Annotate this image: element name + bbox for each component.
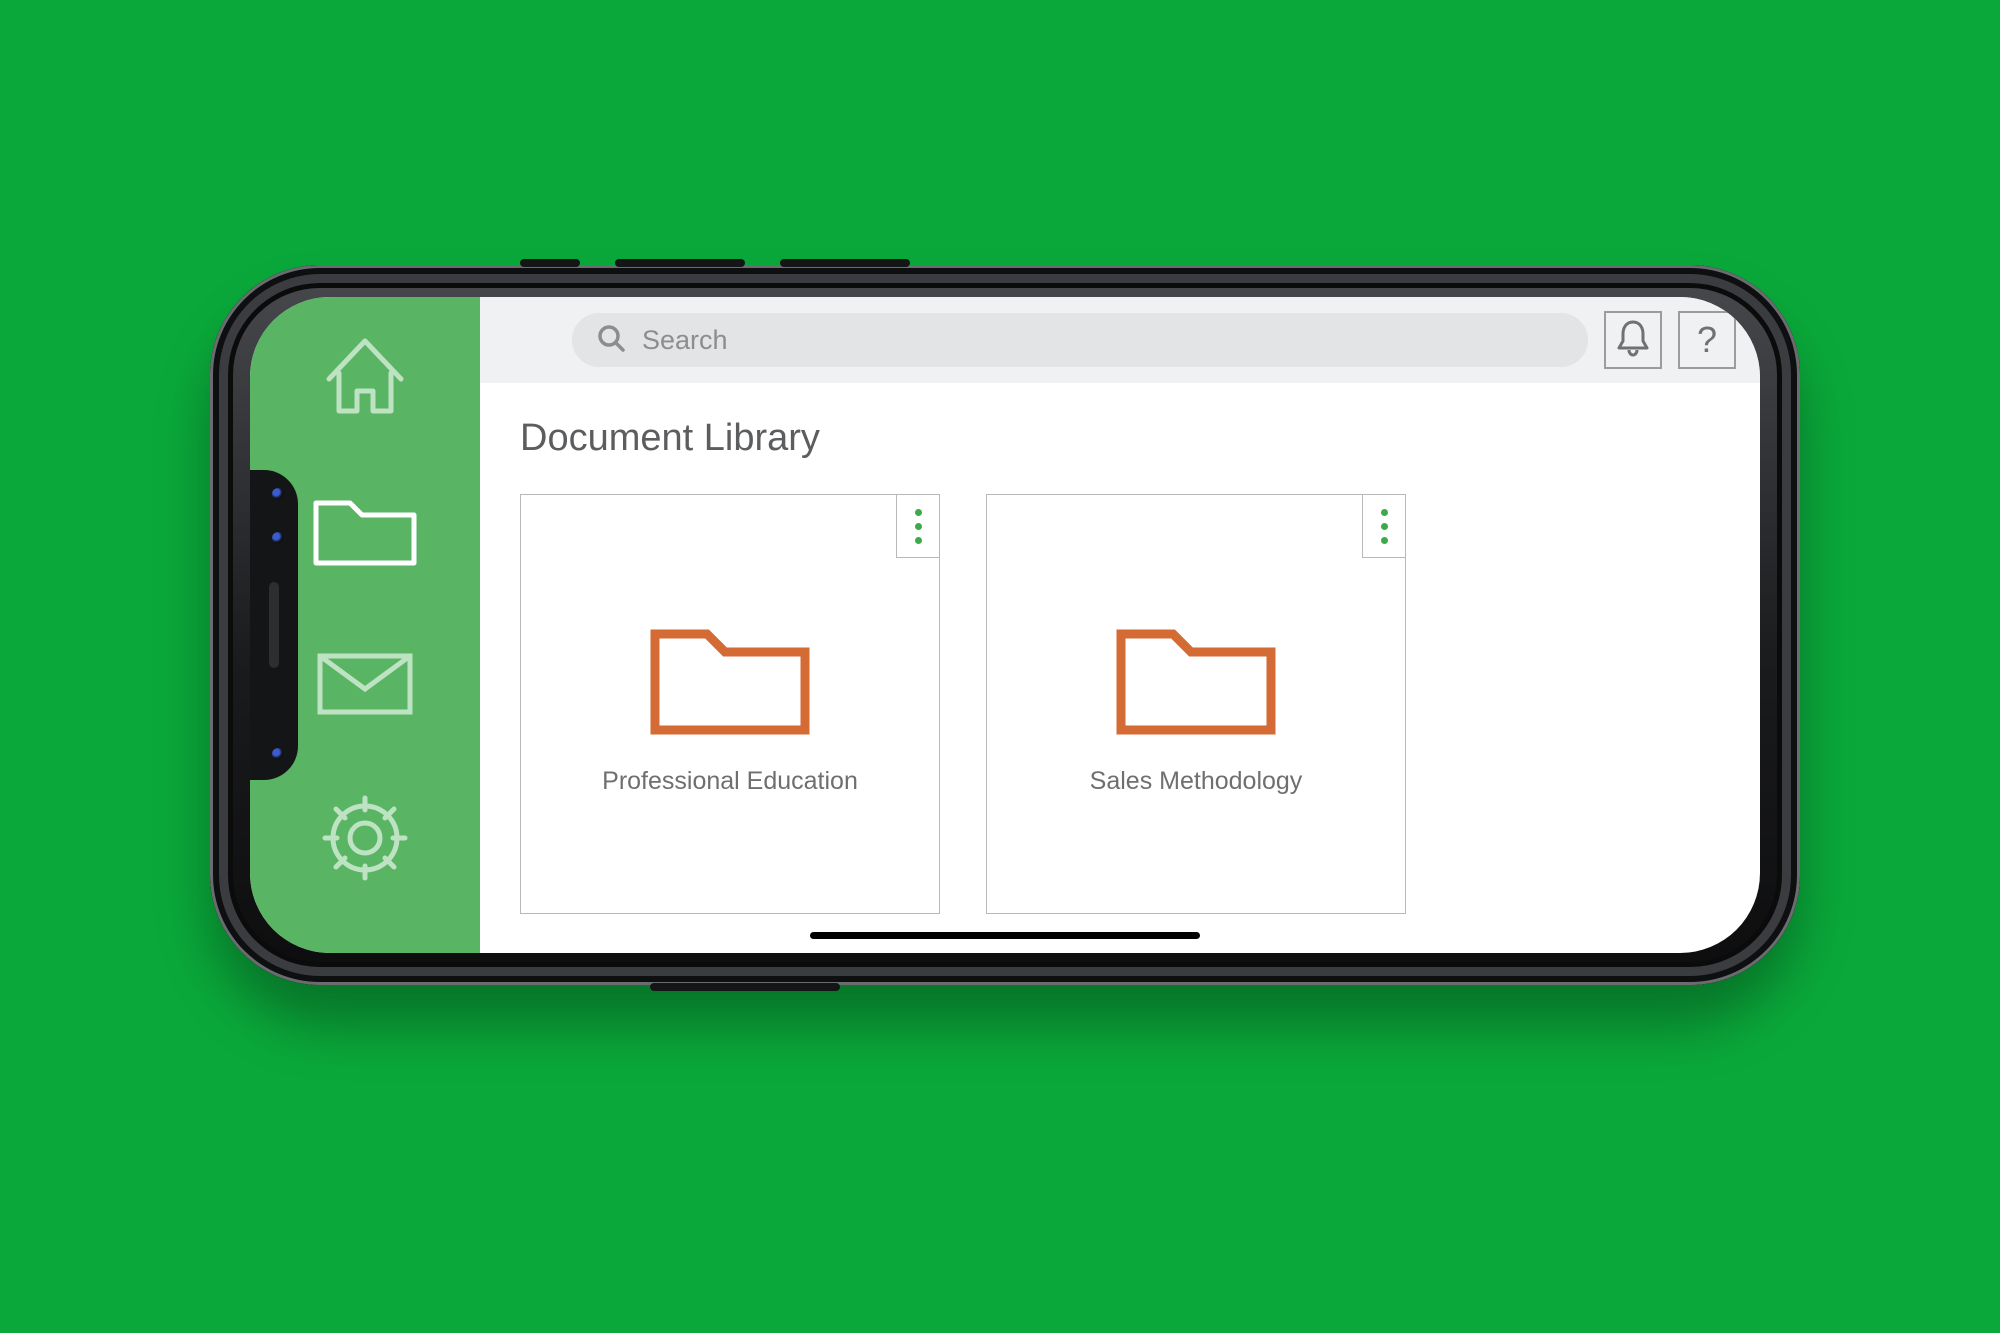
folder-grid: Professional Education bbox=[520, 494, 1720, 914]
card-menu-button[interactable] bbox=[1362, 494, 1406, 558]
gear-icon bbox=[319, 792, 411, 889]
sidebar-item-settings[interactable] bbox=[310, 795, 420, 885]
sidebar-item-home[interactable] bbox=[310, 333, 420, 423]
sidebar-item-documents[interactable] bbox=[310, 487, 420, 577]
folder-label: Sales Methodology bbox=[1090, 767, 1303, 796]
topbar: ? bbox=[480, 297, 1760, 383]
folder-icon bbox=[310, 489, 420, 576]
folder-large-icon bbox=[1111, 612, 1281, 747]
help-button[interactable]: ? bbox=[1678, 311, 1736, 369]
search-icon bbox=[596, 323, 626, 358]
card-menu-button[interactable] bbox=[896, 494, 940, 558]
main-area: ? Document Library bbox=[480, 297, 1760, 953]
phone-screen: ? Document Library bbox=[250, 297, 1760, 953]
bell-icon bbox=[1615, 318, 1651, 363]
mail-icon bbox=[315, 651, 415, 722]
home-icon bbox=[319, 333, 411, 424]
more-vertical-icon bbox=[1381, 509, 1388, 544]
content-area: Document Library bbox=[480, 383, 1760, 953]
folder-large-icon bbox=[645, 612, 815, 747]
app-root: ? Document Library bbox=[250, 297, 1760, 953]
help-icon: ? bbox=[1697, 322, 1717, 358]
page-title: Document Library bbox=[520, 417, 1720, 460]
more-vertical-icon bbox=[915, 509, 922, 544]
folder-card[interactable]: Professional Education bbox=[520, 494, 940, 914]
search-field[interactable] bbox=[572, 313, 1588, 367]
notifications-button[interactable] bbox=[1604, 311, 1662, 369]
device-notch bbox=[250, 470, 298, 780]
folder-card[interactable]: Sales Methodology bbox=[986, 494, 1406, 914]
search-input[interactable] bbox=[640, 324, 1564, 357]
folder-label: Professional Education bbox=[602, 767, 858, 796]
phone-mockup: ? Document Library bbox=[210, 265, 1800, 985]
home-indicator[interactable] bbox=[810, 932, 1200, 939]
sidebar-item-mail[interactable] bbox=[310, 641, 420, 731]
